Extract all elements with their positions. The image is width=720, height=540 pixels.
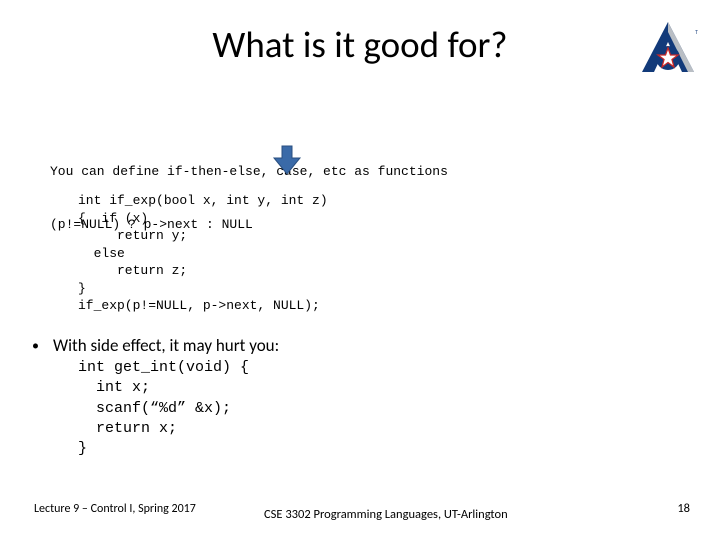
down-arrow-icon <box>272 144 302 181</box>
code-block-ifexp: int if_exp(bool x, int y, int z) { if (x… <box>78 192 328 315</box>
bullet-text: With side effect, it may hurt you: <box>53 335 279 356</box>
bullet-row: • With side effect, it may hurt you: <box>32 335 279 356</box>
footer-left: Lecture 9 – Control I, Spring 2017 <box>34 502 196 516</box>
page-title: What is it good for? <box>0 22 720 67</box>
intro-line-1: You can define if-then-else, case, etc a… <box>50 163 448 181</box>
footer-center: CSE 3302 Programming Languages, UT-Arlin… <box>264 507 508 522</box>
bullet-icon: • <box>32 339 39 353</box>
svg-text:TM: TM <box>695 30 698 36</box>
uta-logo: TM <box>638 20 698 83</box>
slide: What is it good for? TM You can define i… <box>0 0 720 540</box>
page-number: 18 <box>677 501 690 516</box>
code-block-getint: int get_int(void) { int x; scanf(“%d” &x… <box>78 358 249 459</box>
arrow-path <box>274 146 300 174</box>
